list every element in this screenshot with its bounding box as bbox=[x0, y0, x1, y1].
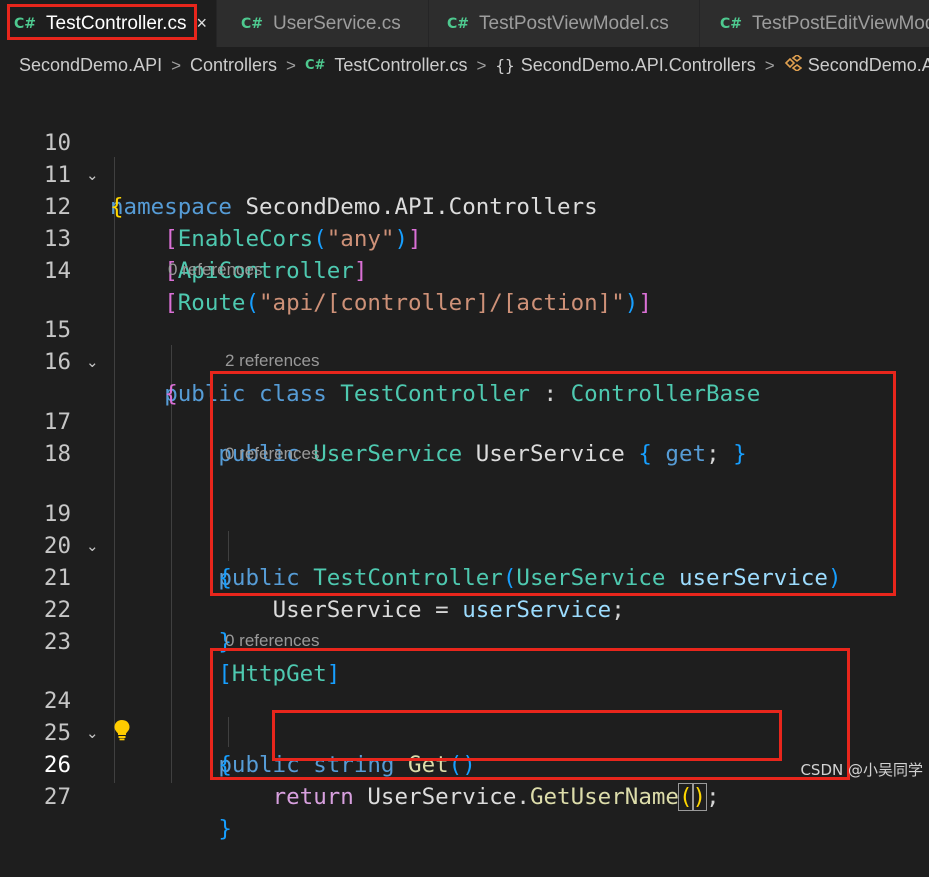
codelens-references[interactable]: 0 references bbox=[225, 631, 320, 651]
class-icon bbox=[784, 54, 803, 76]
code-line-16: 16 { bbox=[0, 314, 929, 407]
code-line-24: 24 ⌄ public string Get() bbox=[0, 653, 929, 778]
breadcrumb-folder[interactable]: Controllers bbox=[190, 55, 277, 76]
csharp-file-icon: C# bbox=[14, 15, 37, 32]
code-line-11: 11 { bbox=[0, 127, 929, 220]
code-line-14: 14 [Route("api/[controller]/[action]")] bbox=[0, 223, 929, 316]
code-line-26: 26 return UserService.GetUserName(); bbox=[0, 717, 929, 811]
code-line-15: 15 ⌄ public class TestController : Contr… bbox=[0, 282, 929, 407]
breadcrumb-namespace[interactable]: SecondDemo.API.Controllers bbox=[521, 55, 756, 76]
breadcrumb-separator: > bbox=[286, 55, 296, 75]
code-line-13: 13 [ApiController] bbox=[0, 191, 929, 284]
tab-label: TestController.cs bbox=[46, 12, 187, 34]
code-line-18: 18 bbox=[0, 406, 929, 467]
watermark: CSDN @小吴同学 bbox=[800, 761, 923, 779]
lightbulb-icon[interactable] bbox=[113, 719, 131, 741]
namespace-icon: {} bbox=[495, 56, 515, 75]
tab-testcontroller[interactable]: C# TestController.cs × bbox=[0, 0, 217, 47]
breadcrumb-class[interactable]: SecondDemo.API.Controllers.TestControlle… bbox=[808, 55, 929, 76]
breadcrumb: SecondDemo.API > Controllers > C# TestCo… bbox=[0, 47, 929, 84]
code-line-12: 12 [EnableCors("any")] bbox=[0, 159, 929, 252]
breadcrumb-separator: > bbox=[476, 55, 487, 75]
code-line-22: 22 } bbox=[0, 562, 929, 655]
code-line-20: 20 { bbox=[0, 498, 929, 591]
tab-label: UserService.cs bbox=[273, 12, 401, 34]
tab-label: TestPostEditViewModel.cs bbox=[752, 12, 929, 34]
csharp-file-icon: C# bbox=[241, 15, 264, 32]
line-number: 27 bbox=[43, 784, 71, 810]
codelens-references[interactable]: 0 references bbox=[168, 260, 263, 280]
csharp-file-icon: C# bbox=[720, 15, 743, 32]
tab-testposteditviewmodel[interactable]: C# TestPostEditViewModel.cs bbox=[700, 0, 929, 47]
codelens-references[interactable]: 0 references bbox=[225, 444, 320, 464]
code-line-17: 17 public UserService UserService { get;… bbox=[0, 374, 929, 467]
breadcrumb-separator: > bbox=[764, 55, 775, 75]
breadcrumb-separator: > bbox=[171, 55, 182, 75]
code-line-27: 27 } bbox=[0, 749, 929, 842]
tab-label: TestPostViewModel.cs bbox=[479, 12, 669, 34]
csharp-file-icon: C# bbox=[304, 58, 326, 73]
tab-testpostviewmodel[interactable]: C# TestPostViewModel.cs bbox=[429, 0, 700, 47]
code-editor[interactable]: 10 ⌄ namespace SecondDemo.API.Controller… bbox=[0, 84, 929, 842]
code-line-19: 19 ⌄ public TestController(UserService u… bbox=[0, 466, 929, 591]
breadcrumb-file[interactable]: TestController.cs bbox=[334, 55, 467, 76]
breadcrumb-project[interactable]: SecondDemo.API bbox=[19, 55, 162, 76]
close-tab-icon[interactable]: × bbox=[196, 13, 207, 34]
code-line-10: 10 ⌄ namespace SecondDemo.API.Controller… bbox=[0, 95, 929, 220]
code-line-25: 25 { bbox=[0, 685, 929, 778]
tab-userservice[interactable]: C# UserService.cs bbox=[217, 0, 429, 47]
csharp-file-icon: C# bbox=[447, 15, 470, 32]
codelens-references[interactable]: 2 references bbox=[225, 351, 320, 371]
code-line-23: 23 [HttpGet] bbox=[0, 594, 929, 687]
editor-tab-bar: C# TestController.cs × C# UserService.cs… bbox=[0, 0, 929, 47]
code-line-21: 21 UserService = userService; bbox=[0, 530, 929, 623]
